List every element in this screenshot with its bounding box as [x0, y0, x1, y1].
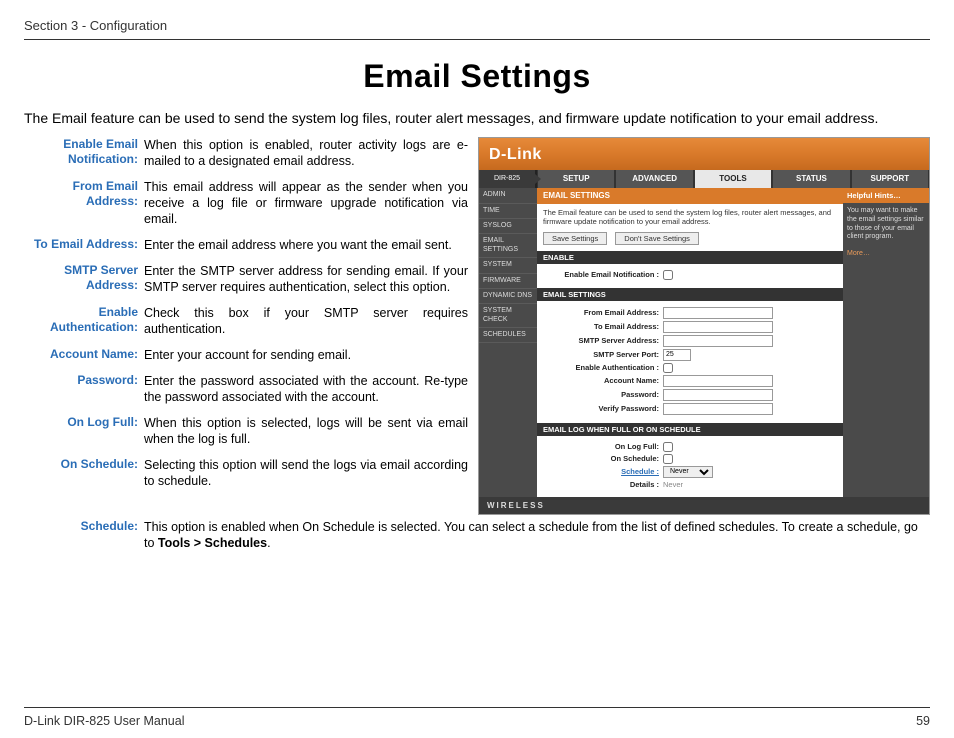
def-body-schedule: This option is enabled when On Schedule …	[144, 519, 930, 551]
def-label: SMTP Server Address:	[24, 263, 144, 295]
label-enable-auth: Enable Authentication :	[543, 363, 663, 372]
model-badge: DIR-825	[479, 170, 537, 188]
hints-body: You may want to make the email settings …	[843, 203, 929, 246]
hints-more-link[interactable]: More…	[843, 246, 929, 262]
label-verify: Verify Password:	[543, 404, 663, 413]
def-body: Enter your account for sending email.	[144, 347, 468, 363]
input-to[interactable]	[663, 321, 773, 333]
section-enable: ENABLE	[537, 251, 843, 264]
tab-status[interactable]: STATUS	[772, 170, 850, 188]
schedule-text-suffix: .	[267, 536, 270, 550]
def-label: Enable Authentication:	[24, 305, 144, 337]
def-label: Enable Email Notification:	[24, 137, 144, 169]
footer-manual-name: D-Link DIR-825 User Manual	[24, 714, 184, 728]
router-tab-bar: DIR-825 SETUP ADVANCED TOOLS STATUS SUPP…	[479, 170, 929, 188]
tab-setup[interactable]: SETUP	[537, 170, 615, 188]
input-from[interactable]	[663, 307, 773, 319]
select-schedule[interactable]: Never	[663, 466, 713, 478]
label-to: To Email Address:	[543, 322, 663, 331]
section-email-log: EMAIL LOG WHEN FULL OR ON SCHEDULE	[537, 423, 843, 436]
dont-save-button[interactable]: Don't Save Settings	[615, 232, 699, 245]
def-label: On Log Full:	[24, 415, 144, 447]
router-footer: WIRELESS	[479, 497, 929, 515]
label-smtp-port: SMTP Server Port:	[543, 350, 663, 359]
def-label: To Email Address:	[24, 237, 144, 253]
checkbox-on-schedule[interactable]	[663, 454, 673, 464]
sidebar-item-ddns[interactable]: DYNAMIC DNS	[479, 289, 537, 304]
input-account[interactable]	[663, 375, 773, 387]
label-details: Details :	[543, 480, 663, 489]
dlink-logo: D-Link	[489, 145, 542, 164]
definitions-column: Enable Email Notification:When this opti…	[24, 137, 468, 515]
def-body: Check this box if your SMTP server requi…	[144, 305, 468, 337]
def-label: Account Name:	[24, 347, 144, 363]
label-from: From Email Address:	[543, 308, 663, 317]
section-header: Section 3 - Configuration	[24, 18, 930, 33]
hints-panel: Helpful Hints… You may want to make the …	[843, 188, 929, 497]
router-header: D-Link	[479, 138, 929, 170]
tab-tools[interactable]: TOOLS	[694, 170, 772, 188]
def-body: When this option is enabled, router acti…	[144, 137, 468, 169]
footer-divider	[24, 707, 930, 708]
checkbox-enable-notif[interactable]	[663, 270, 673, 280]
details-value: Never	[663, 480, 683, 489]
def-body: Enter the SMTP server address for sendin…	[144, 263, 468, 295]
sidebar-item-schedules[interactable]: SCHEDULES	[479, 328, 537, 343]
input-verify[interactable]	[663, 403, 773, 415]
content-heading: EMAIL SETTINGS	[537, 188, 843, 204]
input-password[interactable]	[663, 389, 773, 401]
def-body: Selecting this option will send the logs…	[144, 457, 468, 489]
hints-heading: Helpful Hints…	[843, 188, 929, 203]
router-content: EMAIL SETTINGS The Email feature can be …	[537, 188, 843, 497]
tab-support[interactable]: SUPPORT	[851, 170, 929, 188]
label-on-log-full: On Log Full:	[543, 442, 663, 451]
save-settings-button[interactable]: Save Settings	[543, 232, 607, 245]
footer-page-number: 59	[916, 714, 930, 728]
page-title: Email Settings	[24, 58, 930, 95]
router-sidebar: ADMIN TIME SYSLOG EMAIL SETTINGS SYSTEM …	[479, 188, 537, 497]
tab-advanced[interactable]: ADVANCED	[615, 170, 693, 188]
sidebar-item-firmware[interactable]: FIRMWARE	[479, 274, 537, 289]
sidebar-item-system-check[interactable]: SYSTEM CHECK	[479, 304, 537, 328]
divider	[24, 39, 930, 40]
schedule-text-bold: Tools > Schedules	[158, 536, 267, 550]
router-screenshot: D-Link DIR-825 SETUP ADVANCED TOOLS STAT…	[478, 137, 930, 515]
label-account: Account Name:	[543, 376, 663, 385]
input-smtp-port[interactable]	[663, 349, 691, 361]
label-smtp-addr: SMTP Server Address:	[543, 336, 663, 345]
label-enable-notif: Enable Email Notification :	[543, 270, 663, 279]
sidebar-item-syslog[interactable]: SYSLOG	[479, 219, 537, 234]
def-label: From Email Address:	[24, 179, 144, 227]
checkbox-on-log-full[interactable]	[663, 442, 673, 452]
def-body: This email address will appear as the se…	[144, 179, 468, 227]
label-schedule[interactable]: Schedule :	[621, 467, 659, 476]
checkbox-enable-auth[interactable]	[663, 363, 673, 373]
sidebar-item-admin[interactable]: ADMIN	[479, 188, 537, 203]
def-label: On Schedule:	[24, 457, 144, 489]
label-on-schedule: On Schedule:	[543, 454, 663, 463]
section-email-settings: EMAIL SETTINGS	[537, 288, 843, 301]
label-password: Password:	[543, 390, 663, 399]
intro-paragraph: The Email feature can be used to send th…	[24, 109, 930, 127]
def-label: Password:	[24, 373, 144, 405]
def-body: Enter the email address where you want t…	[144, 237, 468, 253]
def-label-schedule: Schedule:	[24, 519, 144, 551]
def-body: Enter the password associated with the a…	[144, 373, 468, 405]
sidebar-item-email-settings[interactable]: EMAIL SETTINGS	[479, 234, 537, 258]
input-smtp-addr[interactable]	[663, 335, 773, 347]
content-description: The Email feature can be used to send th…	[537, 204, 843, 230]
sidebar-item-time[interactable]: TIME	[479, 204, 537, 219]
sidebar-item-system[interactable]: SYSTEM	[479, 258, 537, 273]
def-body: When this option is selected, logs will …	[144, 415, 468, 447]
